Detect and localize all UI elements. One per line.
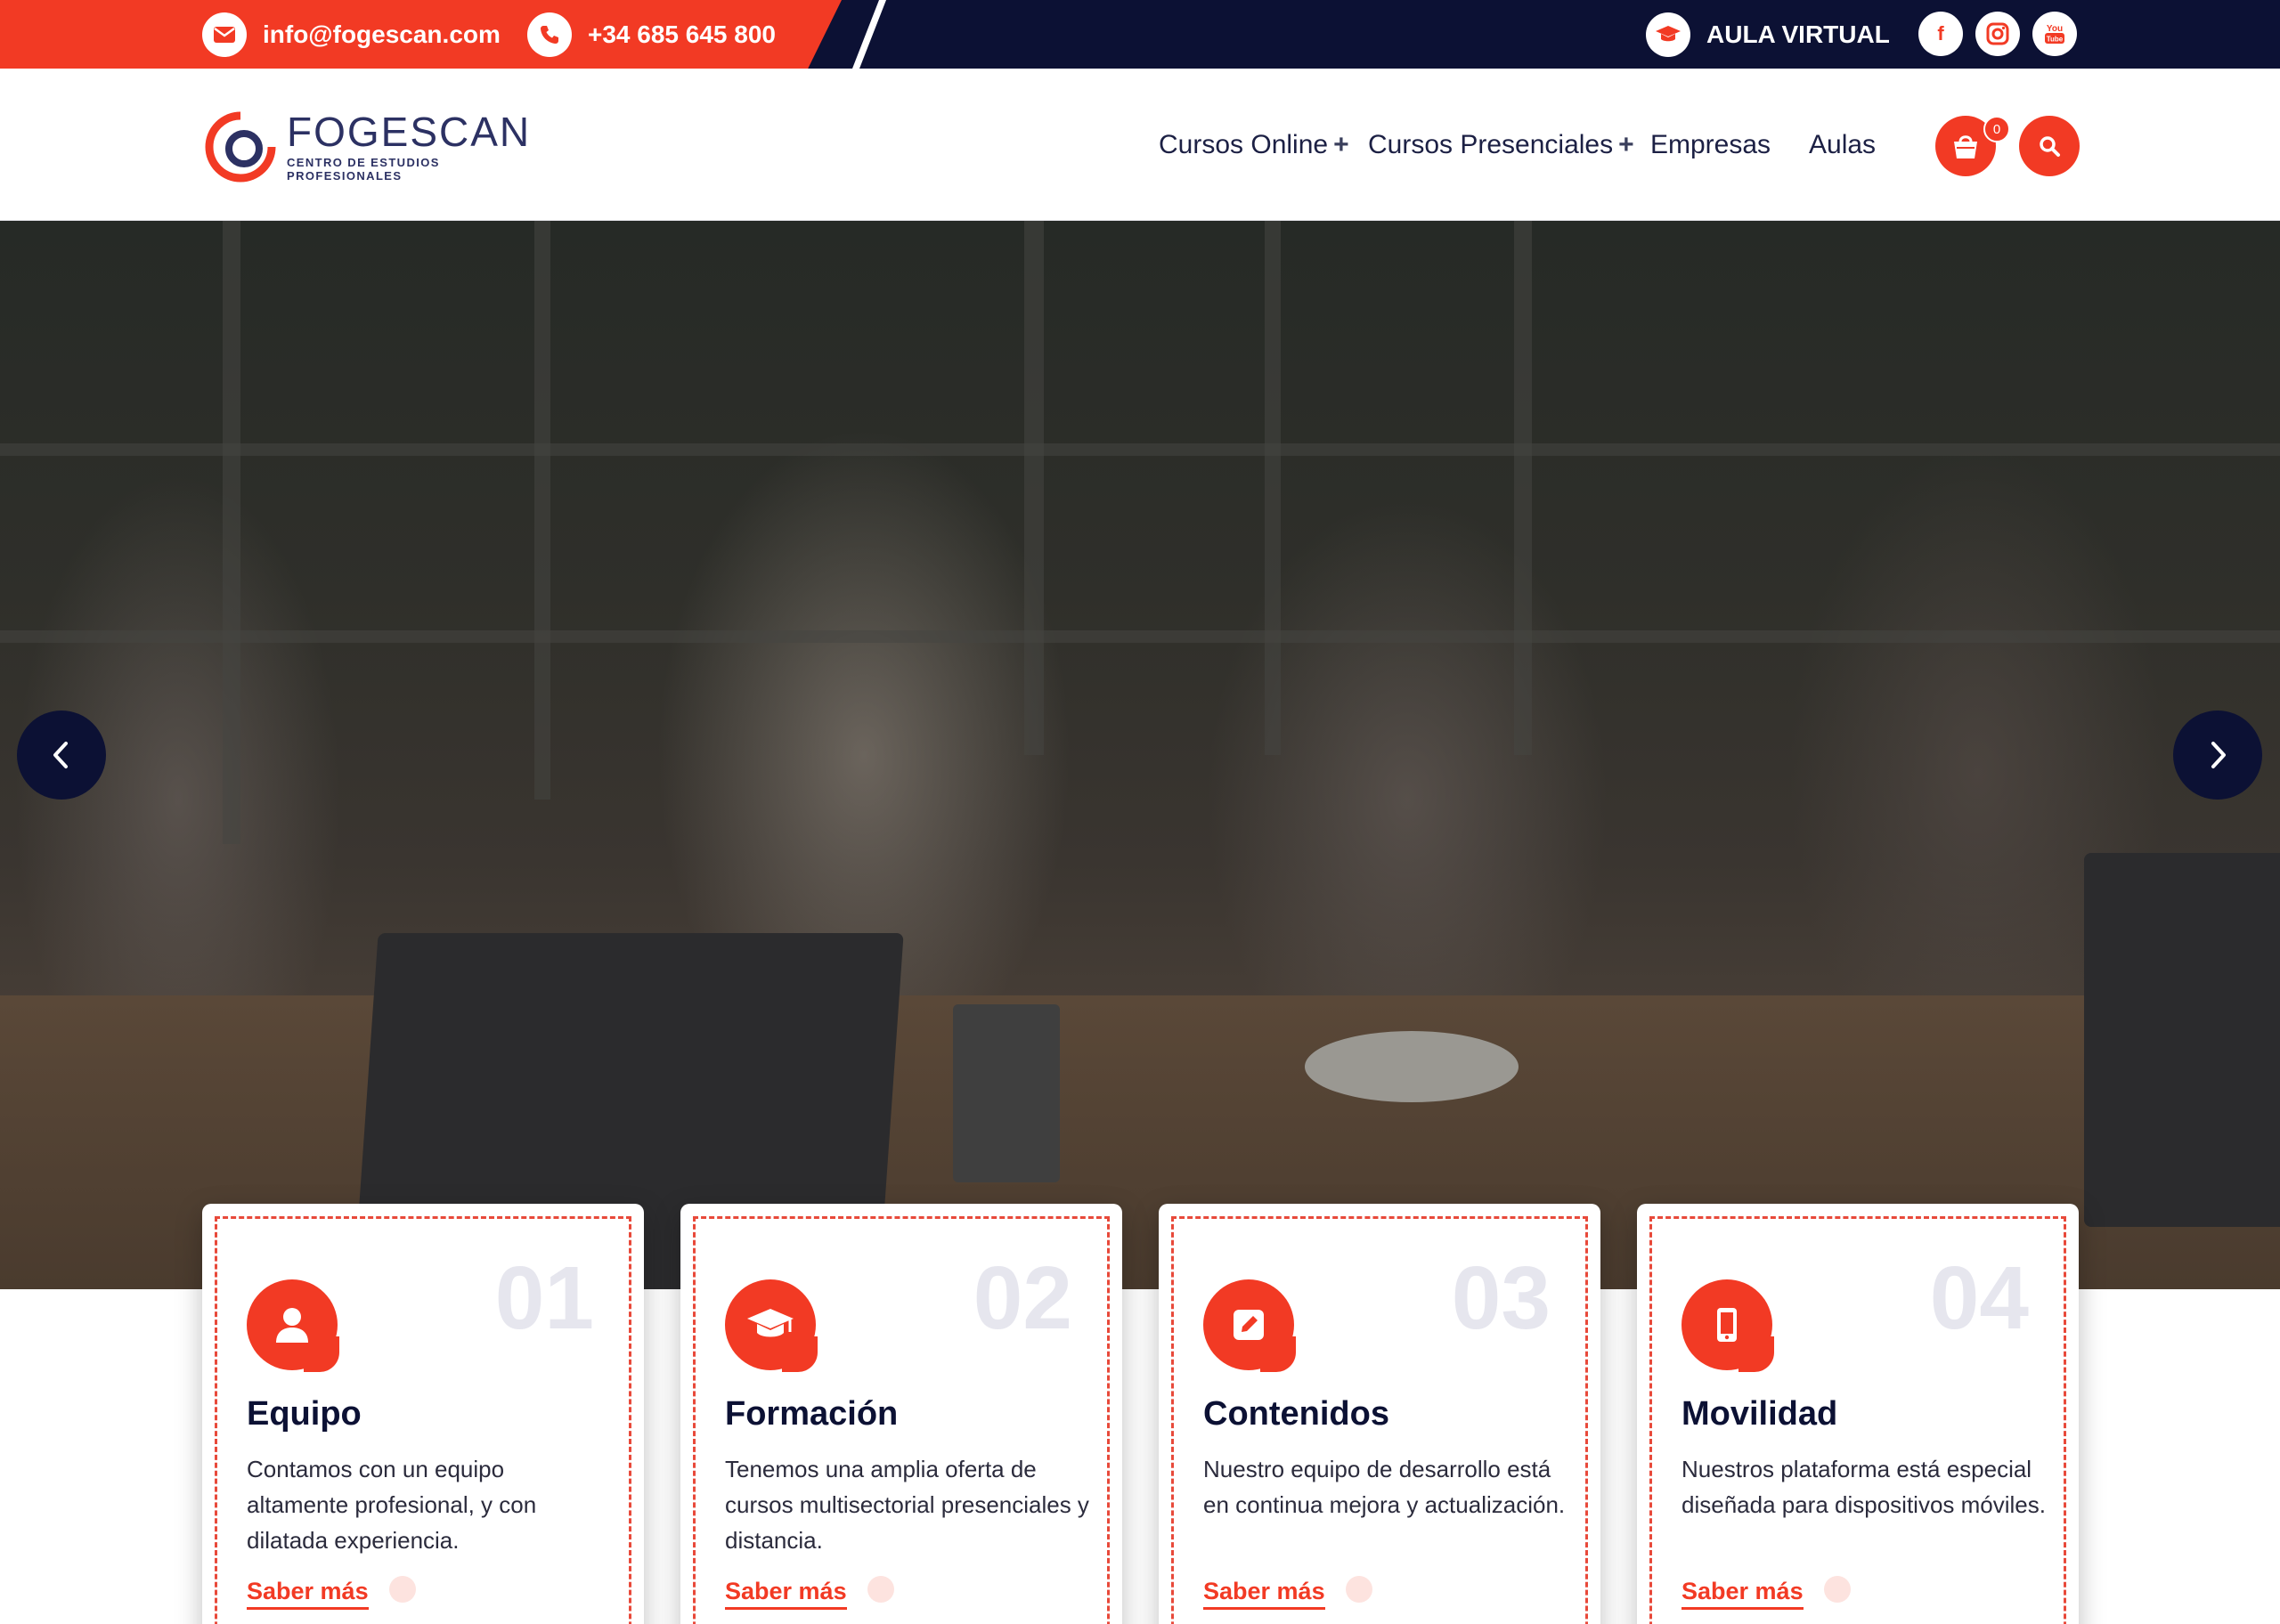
- card-decoration: [1824, 1576, 1851, 1603]
- chevron-right-icon: [2211, 742, 2226, 768]
- card-decoration: [867, 1576, 894, 1603]
- slider-next-button[interactable]: [2173, 710, 2262, 800]
- graduation-cap-icon: [1646, 12, 1690, 57]
- top-bar-divider: [852, 0, 886, 69]
- logo[interactable]: FOGESCAN CENTRO DE ESTUDIOS PROFESIONALE…: [203, 107, 542, 187]
- edit-icon: [1203, 1279, 1296, 1372]
- plus-icon: +: [1333, 129, 1349, 159]
- feature-card-movilidad: 04 Movilidad Nuestros plataforma está es…: [1637, 1204, 2079, 1624]
- aula-virtual-label: AULA VIRTUAL: [1706, 20, 1890, 48]
- feature-card-equipo: 01 Equipo Contamos con un equipo altamen…: [202, 1204, 644, 1624]
- logo-name: FOGESCAN: [287, 109, 532, 155]
- card-number: 01: [494, 1248, 594, 1348]
- saber-mas-link[interactable]: Saber más: [1203, 1578, 1325, 1610]
- feature-card-formacion: 02 Formación Tenemos una amplia oferta d…: [680, 1204, 1122, 1624]
- phone-link[interactable]: +34 685 645 800: [527, 0, 776, 69]
- email-link[interactable]: info@fogescan.com: [202, 0, 501, 69]
- card-decoration: [1346, 1576, 1372, 1603]
- phone-text: +34 685 645 800: [588, 20, 776, 48]
- card-text: Nuestros plataforma está especial diseña…: [1682, 1456, 2046, 1518]
- graduation-cap-icon: [725, 1279, 818, 1372]
- plus-icon: +: [1618, 129, 1634, 159]
- hero-image-laptop: [2084, 853, 2280, 1227]
- hero-image-cup: [953, 1004, 1060, 1182]
- feature-card-contenidos: 03 Contenidos Nuestro equipo de desarrol…: [1159, 1204, 1600, 1624]
- hero-image-shelf: [1514, 221, 1532, 755]
- hero-image-shelf: [0, 630, 2280, 643]
- card-title: Equipo: [247, 1395, 362, 1433]
- facebook-icon[interactable]: f: [1918, 12, 1963, 56]
- logo-mark-icon: [203, 110, 278, 184]
- hero-image-shelf: [1265, 221, 1281, 755]
- user-icon: [247, 1279, 339, 1372]
- card-title: Formación: [725, 1395, 899, 1433]
- hero-image-shelf: [1024, 221, 1044, 755]
- mobile-icon: [1682, 1279, 1774, 1372]
- youtube-icon[interactable]: You Tube: [2032, 12, 2077, 56]
- aula-virtual-link[interactable]: AULA VIRTUAL: [1646, 0, 1890, 69]
- nav-aulas[interactable]: Aulas: [1809, 69, 1876, 221]
- feature-cards: 01 Equipo Contamos con un equipo altamen…: [202, 1204, 2080, 1624]
- nav-cursos-presenciales[interactable]: Cursos Presenciales +: [1368, 69, 1634, 221]
- card-number: 03: [1451, 1248, 1551, 1348]
- nav-label: Empresas: [1650, 129, 1771, 159]
- envelope-icon: [202, 12, 247, 57]
- saber-mas-link[interactable]: Saber más: [1682, 1578, 1804, 1610]
- svg-text:Tube: Tube: [2047, 36, 2064, 44]
- hero-image-shelf: [534, 221, 550, 800]
- nav-empresas[interactable]: Empresas: [1650, 69, 1771, 221]
- card-title: Movilidad: [1682, 1395, 1838, 1433]
- card-text: Tenemos una amplia oferta de cursos mult…: [725, 1456, 1089, 1554]
- logo-subtitle-1: CENTRO DE ESTUDIOS: [287, 156, 440, 169]
- hero-slider: [0, 221, 2280, 1289]
- card-text: Nuestro equipo de desarrollo está en con…: [1203, 1456, 1566, 1518]
- hero-image-shelf: [223, 221, 240, 844]
- nav-label: Cursos Online: [1159, 129, 1329, 159]
- nav-label: Aulas: [1809, 129, 1877, 159]
- email-text: info@fogescan.com: [263, 20, 501, 48]
- nav-label: Cursos Presenciales: [1368, 129, 1614, 159]
- slider-prev-button[interactable]: [17, 710, 106, 800]
- hero-image-saucer: [1305, 1031, 1519, 1102]
- instagram-icon[interactable]: [1975, 12, 2020, 56]
- nav-cursos-online[interactable]: Cursos Online +: [1159, 69, 1349, 221]
- shopping-bag-icon: [1954, 135, 1977, 158]
- logo-subtitle-2: PROFESIONALES: [287, 169, 403, 183]
- card-number: 04: [1929, 1248, 2029, 1348]
- svg-text:You: You: [2047, 24, 2063, 34]
- phone-icon: [527, 12, 572, 57]
- chevron-left-icon: [53, 742, 68, 768]
- search-button[interactable]: [2019, 116, 2080, 176]
- hero-image-shelf: [0, 443, 2280, 456]
- card-title: Contenidos: [1203, 1395, 1389, 1433]
- site-header: FOGESCAN CENTRO DE ESTUDIOS PROFESIONALE…: [0, 69, 2280, 221]
- cart-count-badge: 0: [1983, 116, 2010, 142]
- top-bar: info@fogescan.com +34 685 645 800 AULA V…: [0, 0, 2280, 69]
- search-icon: [2040, 136, 2060, 157]
- card-text: Contamos con un equipo altamente profesi…: [247, 1456, 537, 1554]
- logo-text: FOGESCAN CENTRO DE ESTUDIOS PROFESIONALE…: [287, 111, 531, 183]
- saber-mas-link[interactable]: Saber más: [725, 1578, 847, 1610]
- card-decoration: [389, 1576, 416, 1603]
- saber-mas-link[interactable]: Saber más: [247, 1578, 369, 1610]
- card-number: 02: [973, 1248, 1072, 1348]
